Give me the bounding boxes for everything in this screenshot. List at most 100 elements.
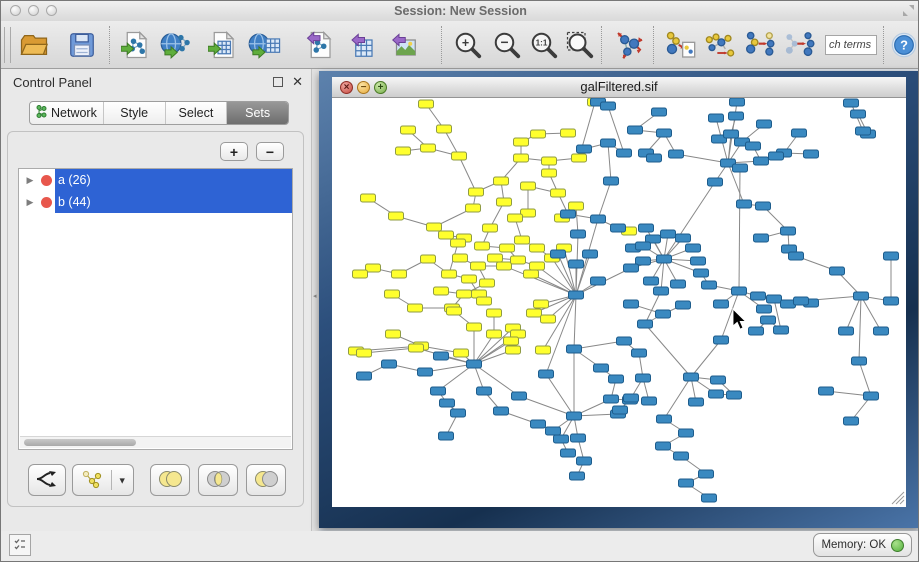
tab-style-label: Style: [120, 106, 148, 120]
search-input[interactable]: [825, 35, 877, 55]
import-table-file-button[interactable]: [206, 28, 240, 62]
venn-union-icon: [156, 469, 184, 489]
create-set-dropdown-button[interactable]: ▼: [72, 464, 134, 496]
toolbar-separator: [653, 26, 654, 64]
import-network-url-icon: [160, 30, 192, 60]
set-row-a[interactable]: ▶ a (26): [19, 169, 292, 191]
network-frame-title: galFiltered.sif: [332, 77, 906, 97]
apply-layout-button[interactable]: [613, 28, 647, 62]
export-network-button[interactable]: [303, 28, 337, 62]
control-panel-tabs: Network Style Select Sets: [29, 101, 289, 125]
control-panel: Control Panel ✕ Network: [1, 69, 311, 531]
fullscreen-icon[interactable]: [902, 4, 915, 17]
diff-merge-button[interactable]: [743, 28, 777, 62]
help-button[interactable]: ?: [887, 28, 919, 62]
main-toolbar: + − 1:1: [1, 21, 919, 69]
set-row-b[interactable]: ▶ b (44): [19, 191, 292, 213]
resize-grip-icon: [892, 492, 904, 504]
tab-network-label: Network: [51, 106, 97, 120]
set-color-dot: [41, 197, 52, 208]
network-frame-titlebar[interactable]: × − + galFiltered.sif: [332, 77, 906, 98]
help-icon: ?: [890, 31, 918, 59]
union-button[interactable]: [150, 464, 190, 496]
diff-merge-icon: [744, 29, 776, 61]
mouse-cursor: [733, 309, 746, 329]
svg-text:?: ?: [900, 38, 908, 53]
toolbar-separator: [883, 26, 884, 64]
close-panel-icon[interactable]: ✕: [292, 74, 303, 90]
memory-status-button[interactable]: Memory: OK: [813, 533, 912, 557]
import-table-url-icon: [248, 30, 282, 60]
difference-button[interactable]: [246, 464, 286, 496]
diff-extract-icon: [664, 29, 696, 61]
import-network-file-button[interactable]: [119, 28, 153, 62]
sets-list: ▶ a (26) ▶ b (44): [18, 168, 293, 450]
toolbar-separator: [441, 26, 442, 64]
open-folder-icon: [19, 30, 49, 60]
zoom-in-icon: +: [453, 30, 483, 60]
network-graph[interactable]: [332, 98, 906, 507]
export-image-icon: [389, 30, 419, 60]
tab-select-label: Select: [179, 106, 214, 120]
zoom-fit-icon: 1:1: [529, 30, 559, 60]
intersection-button[interactable]: [198, 464, 238, 496]
export-network-icon: [305, 30, 335, 60]
venn-intersection-icon: [204, 469, 232, 489]
tab-style[interactable]: Style: [104, 102, 166, 124]
toolbar-grip[interactable]: [4, 27, 11, 63]
open-session-button[interactable]: [17, 28, 51, 62]
zoom-out-button[interactable]: −: [490, 28, 524, 62]
zoom-in-button[interactable]: +: [451, 28, 485, 62]
zoom-selected-icon: [565, 30, 595, 60]
split-arrows-icon: [34, 469, 60, 489]
zoom-selected-button[interactable]: [563, 28, 597, 62]
svg-text:+: +: [462, 36, 469, 50]
network-tab-icon: [36, 105, 47, 121]
import-network-url-button[interactable]: [159, 28, 193, 62]
set-color-dot: [41, 175, 52, 186]
expander-icon[interactable]: ▶: [19, 175, 41, 186]
window-title: Session: New Session: [1, 1, 919, 21]
window-titlebar[interactable]: Session: New Session: [1, 1, 919, 22]
tab-network[interactable]: Network: [30, 102, 104, 124]
zoom-fit-button[interactable]: 1:1: [527, 28, 561, 62]
split-sets-button[interactable]: [28, 464, 66, 496]
control-panel-title: Control Panel: [13, 75, 92, 90]
toolbar-separator: [109, 26, 110, 64]
venn-difference-icon: [252, 469, 280, 489]
sets-panel: + − ▶ a (26) ▶ b (44): [7, 131, 304, 507]
scrollbar-thumb[interactable]: [24, 439, 136, 446]
diff-compare-button[interactable]: [703, 28, 737, 62]
export-table-icon: [347, 30, 377, 60]
memory-ok-indicator: [891, 539, 904, 552]
remove-set-button[interactable]: −: [256, 142, 284, 161]
tab-select[interactable]: Select: [166, 102, 228, 124]
import-table-file-icon: [208, 30, 238, 60]
add-set-button[interactable]: +: [220, 142, 248, 161]
cytoscape-window: Session: New Session: [0, 0, 919, 562]
save-session-button[interactable]: [65, 28, 99, 62]
control-panel-header: Control Panel ✕: [1, 69, 311, 97]
expander-icon[interactable]: ▶: [19, 197, 41, 208]
diff-apply-button[interactable]: [783, 28, 817, 62]
chevron-down-icon: ▼: [118, 475, 127, 485]
import-table-url-button[interactable]: [247, 28, 281, 62]
export-table-button[interactable]: [345, 28, 379, 62]
svg-text:1:1: 1:1: [536, 39, 548, 48]
memory-status-label: Memory: OK: [821, 539, 886, 551]
panel-splitter[interactable]: ◂: [311, 69, 319, 531]
diff-extract-button[interactable]: [663, 28, 697, 62]
network-canvas[interactable]: [332, 98, 906, 507]
horizontal-scrollbar[interactable]: [20, 436, 291, 448]
export-image-button[interactable]: [387, 28, 421, 62]
float-panel-icon[interactable]: [273, 77, 283, 87]
zoom-out-icon: −: [492, 30, 522, 60]
yellow-network-icon: [79, 469, 105, 492]
task-history-button[interactable]: [9, 534, 31, 556]
network-desktop: × − + galFiltered.sif: [319, 69, 919, 531]
tab-sets[interactable]: Sets: [227, 102, 288, 124]
network-frame[interactable]: × − + galFiltered.sif: [319, 71, 919, 528]
task-list-icon: [13, 537, 27, 551]
toolbar-separator: [601, 26, 602, 64]
diff-apply-icon: [784, 29, 816, 61]
